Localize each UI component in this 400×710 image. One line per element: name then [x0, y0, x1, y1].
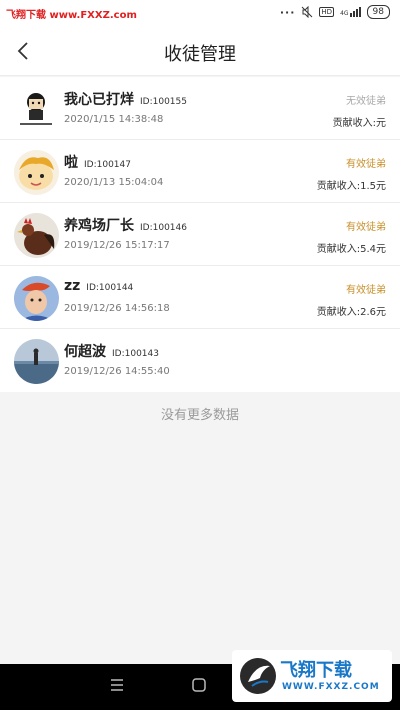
apprentice-id: ID:100144	[86, 283, 134, 293]
hd-icon: HD	[319, 7, 335, 17]
list-item[interactable]: 啦 ID:100147 2020/1/13 15:04:04 有效徒弟 贡献收入…	[0, 140, 400, 203]
no-more-data-text: 没有更多数据	[160, 408, 239, 423]
apprentice-name: 我心已打烊	[64, 92, 134, 108]
apprentice-name: 何超波	[64, 344, 106, 360]
logo-mark-icon	[240, 658, 276, 694]
avatar	[14, 213, 59, 258]
list-item[interactable]: 养鸡场厂长 ID:100146 2019/12/26 15:17:17 有效徒弟…	[0, 203, 400, 266]
status-badge: 有效徒弟	[346, 285, 386, 296]
apprentice-id: ID:100143	[112, 349, 159, 359]
battery-icon: 98	[366, 5, 390, 19]
list-item[interactable]: 何超波 ID:100143 2019/12/26 14:55:40	[0, 329, 400, 392]
apprentice-name: 养鸡场厂长	[64, 218, 134, 234]
menu-icon[interactable]	[108, 676, 126, 694]
join-time: 2019/12/26 14:55:40	[64, 366, 170, 377]
join-time: 2020/1/15 14:38:48	[64, 114, 164, 125]
home-icon[interactable]	[190, 676, 208, 694]
watermark-text: 飞翔下载 www.FXXZ.com	[6, 10, 137, 21]
network-label: 4G	[340, 10, 349, 17]
apprentice-id: ID:100155	[140, 97, 187, 107]
watermark-brand: 飞翔下载	[280, 660, 352, 681]
name-line: 何超波 ID:100143	[64, 341, 159, 361]
more-dots-icon: ···	[279, 5, 296, 19]
income-text: 贡献收入:元	[332, 118, 386, 129]
status-badge: 有效徒弟	[346, 222, 386, 233]
apprentice-id: ID:100146	[140, 223, 187, 233]
income-text: 贡献收入:5.4元	[316, 244, 386, 255]
watermark-url: WWW.FXXZ.COM	[282, 682, 380, 692]
status-badge: 无效徒弟	[346, 96, 386, 107]
join-time: 2019/12/26 14:56:18	[64, 303, 170, 314]
apprentice-name: zz	[64, 278, 81, 294]
list-item[interactable]: zz ID:100144 2019/12/26 14:56:18 有效徒弟 贡献…	[0, 266, 400, 329]
name-line: 养鸡场厂长 ID:100146	[64, 215, 187, 235]
name-line: 我心已打烊 ID:100155	[64, 89, 187, 109]
status-badge: 有效徒弟	[346, 159, 386, 170]
name-line: zz ID:100144	[64, 278, 133, 294]
avatar	[14, 150, 59, 195]
list-item[interactable]: 我心已打烊 ID:100155 2020/1/15 14:38:48 无效徒弟 …	[0, 77, 400, 140]
status-icons: ··· HD 4G 98	[280, 5, 390, 19]
signal-icon: 4G	[340, 7, 361, 17]
navbar: 收徒管理	[0, 26, 400, 76]
avatar	[14, 276, 59, 321]
join-time: 2020/1/13 15:04:04	[64, 177, 164, 188]
avatar	[14, 87, 59, 132]
income-text: 贡献收入:2.6元	[316, 307, 386, 318]
page-title: 收徒管理	[164, 44, 236, 65]
apprentice-id: ID:100147	[84, 160, 131, 170]
avatar	[14, 339, 59, 384]
watermark-logo: 飞翔下载 WWW.FXXZ.COM	[232, 650, 392, 702]
apprentice-name: 啦	[64, 155, 78, 171]
apprentice-list: 我心已打烊 ID:100155 2020/1/15 14:38:48 无效徒弟 …	[0, 77, 400, 392]
status-bar: 飞翔下载 www.FXXZ.com ··· HD 4G 98	[0, 0, 400, 26]
name-line: 啦 ID:100147	[64, 152, 131, 172]
join-time: 2019/12/26 15:17:17	[64, 240, 170, 251]
income-text: 贡献收入:1.5元	[316, 181, 386, 192]
mute-icon	[302, 6, 313, 18]
